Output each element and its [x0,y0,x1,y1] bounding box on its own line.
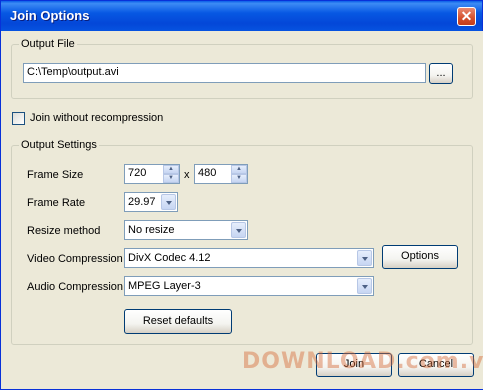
close-icon: ✕ [460,8,473,24]
window-title: Join Options [10,8,90,23]
spin-down-icon[interactable]: ▼ [163,174,179,183]
title-bar[interactable]: Join Options ✕ [1,1,482,31]
chevron-down-icon[interactable] [357,250,372,266]
join-options-window: Join Options ✕ Output File C:\Temp\outpu… [0,0,483,390]
resize-method-value: No resize [128,224,175,236]
frame-rate-value: 29.97 [128,196,156,208]
video-compression-label: Video Compression [27,253,123,265]
spin-up-icon[interactable]: ▲ [163,165,179,174]
output-file-path-input[interactable]: C:\Temp\output.avi [23,63,426,83]
close-button[interactable]: ✕ [457,7,476,26]
browse-button[interactable]: ... [429,63,453,84]
frame-rate-select[interactable]: 29.97 [124,192,178,212]
dialog-body: Output File C:\Temp\output.avi ... Join … [2,31,483,389]
download-watermark: DOWNLOAD.com.vn [242,349,483,374]
frame-size-label: Frame Size [27,169,84,181]
output-file-group-label: Output File [19,38,77,50]
join-without-recompression-label: Join without recompression [30,112,164,124]
video-compression-value: DivX Codec 4.12 [128,252,211,264]
output-settings-group-label: Output Settings [19,139,99,151]
audio-compression-select[interactable]: MPEG Layer-3 [124,276,374,296]
video-options-button[interactable]: Options [382,245,458,269]
chevron-down-icon[interactable] [357,278,372,294]
chevron-down-icon[interactable] [161,194,176,210]
frame-size-separator: x [184,169,190,181]
chevron-down-icon[interactable] [231,222,246,238]
resize-method-label: Resize method [27,225,101,237]
spin-up-icon[interactable]: ▲ [231,165,247,174]
reset-defaults-button[interactable]: Reset defaults [124,309,232,334]
audio-compression-value: MPEG Layer-3 [128,280,201,292]
frame-rate-label: Frame Rate [27,197,86,209]
audio-compression-label: Audio Compression [27,281,123,293]
spin-down-icon[interactable]: ▼ [231,174,247,183]
frame-height-spinner[interactable]: ▲ ▼ [231,165,247,183]
join-without-recompression-checkbox[interactable] [12,112,25,125]
frame-width-spinner[interactable]: ▲ ▼ [163,165,179,183]
resize-method-select[interactable]: No resize [124,220,248,240]
video-compression-select[interactable]: DivX Codec 4.12 [124,248,374,268]
